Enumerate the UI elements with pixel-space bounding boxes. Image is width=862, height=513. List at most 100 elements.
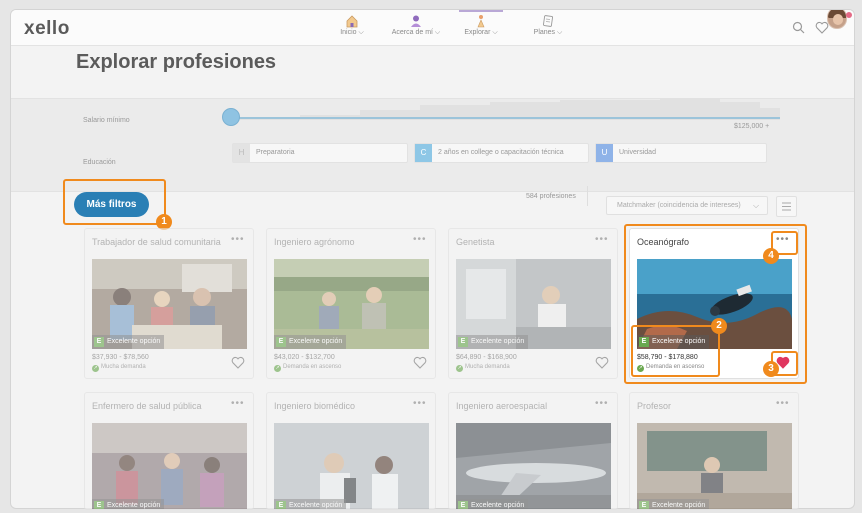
fit-badge: E Excelente opción bbox=[274, 335, 347, 349]
career-card-geneticist[interactable]: Genetista ••• E Excelente opción $64,890 … bbox=[448, 228, 618, 379]
fit-label: Excelente opción bbox=[652, 502, 706, 509]
favorite-heart-icon[interactable] bbox=[231, 356, 245, 369]
education-option-highschool[interactable]: H Preparatoria bbox=[232, 143, 408, 163]
fit-label: Excelente opción bbox=[471, 338, 525, 345]
nav-home[interactable]: Inicio ⌵ bbox=[325, 12, 379, 44]
fit-code: E bbox=[94, 501, 104, 509]
home-icon bbox=[346, 15, 358, 28]
career-title[interactable]: Enfermero de salud pública bbox=[92, 400, 232, 412]
demand-label: Mucha demanda bbox=[465, 364, 510, 370]
fit-badge: E Excelente opción bbox=[274, 499, 347, 509]
field-photo[interactable]: E Excelente opción bbox=[274, 259, 429, 349]
more-options-icon[interactable]: ••• bbox=[413, 234, 427, 245]
education-code-c: C bbox=[415, 144, 432, 162]
trend-up-icon: ↗ bbox=[456, 365, 463, 372]
aircraft-photo[interactable]: E Excelente opción bbox=[456, 423, 611, 509]
toolbar-divider bbox=[587, 186, 588, 206]
education-code-h: H bbox=[233, 144, 250, 162]
education-option-university[interactable]: U Universidad bbox=[595, 143, 767, 163]
fit-badge: E Excelente opción bbox=[456, 499, 529, 509]
top-navigation: xello Inicio ⌵ Acerca de mí ⌵ Explorar ⌵ bbox=[11, 10, 854, 46]
career-title[interactable]: Profesor bbox=[637, 400, 777, 412]
career-card-biomedical-engineer[interactable]: Ingeniero biomédico ••• E Excelente opció… bbox=[266, 392, 436, 510]
demand-status: ↗ Mucha demanda bbox=[456, 364, 510, 372]
nav-explore[interactable]: Explorar ⌵ bbox=[454, 12, 508, 44]
demand-status: ↗ Mucha demanda bbox=[92, 364, 146, 372]
nav-plans-label: Planes bbox=[533, 29, 556, 36]
salary-filter-label: Salario mínimo bbox=[83, 117, 130, 124]
career-title[interactable]: Genetista bbox=[456, 236, 596, 248]
clinic-photo[interactable]: E Excelente opción bbox=[92, 423, 247, 509]
user-icon bbox=[411, 15, 421, 27]
list-view-icon bbox=[782, 202, 791, 211]
education-option-college[interactable]: C 2 años en college o capacitación técni… bbox=[414, 143, 589, 163]
nav-home-label: Inicio bbox=[340, 29, 357, 36]
fit-code: E bbox=[276, 501, 286, 509]
salary-slider-track[interactable] bbox=[238, 117, 780, 119]
salary-range: $43,020 - $132,700 bbox=[274, 354, 335, 361]
salary-slider-handle[interactable] bbox=[222, 108, 240, 126]
education-code-u: U bbox=[596, 144, 613, 162]
fit-label: Excelente opción bbox=[471, 502, 525, 509]
fit-badge: E Excelente opción bbox=[92, 335, 165, 349]
favorite-heart-icon[interactable] bbox=[595, 356, 609, 369]
more-options-icon[interactable]: ••• bbox=[595, 234, 609, 245]
career-card-public-health-nurse[interactable]: Enfermero de salud pública ••• E Excelent… bbox=[84, 392, 254, 510]
xello-logo[interactable]: xello bbox=[24, 18, 70, 40]
fit-badge: E Excelente opción bbox=[456, 335, 529, 349]
career-card-agronomist[interactable]: Ingeniero agrónomo ••• E Excelente opción… bbox=[266, 228, 436, 379]
sort-select-value: Matchmaker (coincidencia de intereses) bbox=[617, 202, 741, 209]
salary-range: $37,930 - $78,560 bbox=[92, 354, 149, 361]
callout-badge-2: 2 bbox=[711, 318, 727, 334]
page-title: Explorar profesiones bbox=[76, 51, 277, 73]
more-options-icon[interactable]: ••• bbox=[595, 398, 609, 409]
avatar[interactable] bbox=[827, 10, 847, 29]
callout-badge-4: 4 bbox=[763, 248, 779, 264]
callout-badge-3: 3 bbox=[763, 361, 779, 377]
salary-max-text: $125,000 + bbox=[734, 123, 770, 130]
search-icon[interactable] bbox=[792, 21, 805, 34]
plans-icon bbox=[543, 15, 553, 27]
career-card-teacher[interactable]: Profesor ••• E Excelente opción bbox=[629, 392, 799, 510]
education-filter-label: Educación bbox=[83, 159, 116, 166]
more-options-icon[interactable]: ••• bbox=[413, 398, 427, 409]
nav-about-label: Acerca de mí bbox=[391, 29, 433, 36]
demand-status: ↗ Demanda en ascenso bbox=[274, 364, 341, 372]
chevron-down-icon: ⌵ bbox=[753, 201, 760, 210]
career-title[interactable]: Ingeniero biomédico bbox=[274, 400, 414, 412]
result-count: 584 profesiones bbox=[526, 193, 576, 200]
fit-code: E bbox=[458, 337, 468, 347]
fit-label: Excelente opción bbox=[289, 338, 343, 345]
career-title[interactable]: Ingeniero aeroespacial bbox=[456, 400, 596, 412]
fit-label: Excelente opción bbox=[289, 502, 343, 509]
more-options-icon[interactable]: ••• bbox=[231, 234, 245, 245]
nav-active-indicator bbox=[459, 10, 503, 12]
career-title[interactable]: Ingeniero agrónomo bbox=[274, 236, 414, 248]
fit-code: E bbox=[94, 337, 104, 347]
fit-label: Excelente opción bbox=[107, 338, 161, 345]
career-title[interactable]: Trabajador de salud comunitaria bbox=[92, 236, 232, 248]
more-options-icon[interactable]: ••• bbox=[231, 398, 245, 409]
demand-label: Demanda en ascenso bbox=[283, 364, 342, 370]
sort-select[interactable]: Matchmaker (coincidencia de intereses) ⌵ bbox=[606, 196, 768, 215]
favorite-heart-icon[interactable] bbox=[413, 356, 427, 369]
career-card-community-health[interactable]: Trabajador de salud comunitaria ••• E Exc… bbox=[84, 228, 254, 379]
nav-about-me[interactable]: Acerca de mí ⌵ bbox=[389, 12, 443, 44]
lab-photo[interactable]: E Excelente opción bbox=[456, 259, 611, 349]
explore-icon bbox=[477, 15, 485, 28]
fit-code: E bbox=[639, 501, 649, 509]
education-option-label: Preparatoria bbox=[256, 149, 295, 156]
nav-plans[interactable]: Planes ⌵ bbox=[521, 12, 575, 44]
callout-frame-details bbox=[631, 325, 720, 377]
education-option-label: Universidad bbox=[619, 149, 656, 156]
demand-label: Mucha demanda bbox=[101, 364, 146, 370]
classroom-photo[interactable]: E Excelente opción bbox=[92, 259, 247, 349]
more-filters-button[interactable]: Más filtros bbox=[74, 192, 149, 217]
trend-up-icon: ↗ bbox=[274, 365, 281, 372]
list-view-button[interactable] bbox=[776, 196, 797, 217]
more-options-icon[interactable]: ••• bbox=[776, 398, 790, 409]
fit-label: Excelente opción bbox=[107, 502, 161, 509]
microscope-photo[interactable]: E Excelente opción bbox=[274, 423, 429, 509]
lecture-photo[interactable]: E Excelente opción bbox=[637, 423, 792, 509]
career-card-aerospace-engineer[interactable]: Ingeniero aeroespacial ••• E Excelente op… bbox=[448, 392, 618, 510]
